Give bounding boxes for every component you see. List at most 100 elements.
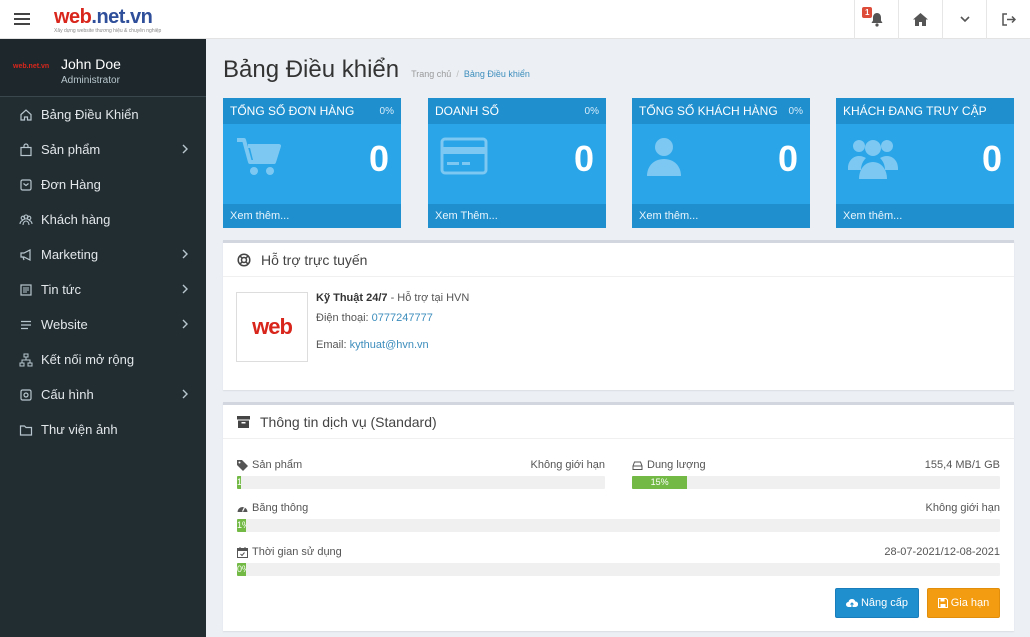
- logo-subtitle: Xây dựng website thương hiệu & chuyên ng…: [54, 28, 162, 34]
- breadcrumb-separator: /: [456, 69, 459, 79]
- brand-logo[interactable]: web.net.vn Xây dựng website thương hiệu …: [54, 6, 161, 34]
- service-bandwidth: Băng thông Không giới hạn 1%: [237, 502, 1000, 532]
- service-time: Thời gian sử dụng 28-07-2021/12-08-2021 …: [237, 546, 1000, 576]
- stat-value: 0: [368, 138, 389, 179]
- stat-percent: 0%: [379, 105, 394, 117]
- phone-label: Điện thoại:: [316, 312, 372, 324]
- home-icon: [20, 108, 32, 121]
- credit-card-icon: [440, 137, 488, 175]
- news-icon: [20, 283, 32, 296]
- users-icon: [848, 140, 898, 179]
- service-title: Thông tin dịch vụ (Standard): [260, 413, 437, 430]
- sidebar-item-gallery[interactable]: Thư viện ảnh: [0, 412, 206, 447]
- storage-value: 155,4 MB/1 GB: [924, 459, 1000, 471]
- products-value: Không giới hạn: [530, 459, 606, 471]
- hdd-icon: [632, 461, 643, 470]
- chevron-right-icon: [182, 319, 188, 329]
- stat-more-link[interactable]: Xem Thêm...: [428, 204, 606, 228]
- breadcrumb: Trang chủ / Bảng Điều khiển: [411, 69, 530, 79]
- breadcrumb-home[interactable]: Trang chủ: [411, 69, 451, 79]
- list-icon: [21, 320, 31, 329]
- tachometer-icon: [237, 507, 248, 512]
- stat-box-customers: TỔNG SỐ KHÁCH HÀNG 0% 0 Xem thêm...: [632, 98, 810, 228]
- avatar: web.net.vn: [13, 63, 50, 70]
- sidebar-item-news[interactable]: Tin tức: [0, 272, 206, 307]
- service-products: Sản phẩm Không giới hạn 1%: [237, 459, 606, 489]
- stat-box-visitors: KHÁCH ĐANG TRUY CẬP 0 Xem thêm...: [836, 98, 1014, 228]
- sidebar-item-marketing[interactable]: Marketing: [0, 237, 206, 272]
- calendar-icon: [237, 546, 248, 558]
- renew-button[interactable]: Gia hạn: [927, 588, 1000, 618]
- stat-title: TỔNG SỐ ĐƠN HÀNG: [230, 104, 355, 118]
- phone-link[interactable]: 0777247777: [372, 312, 433, 324]
- upgrade-button[interactable]: Nâng cấp: [835, 588, 919, 618]
- stat-title: KHÁCH ĐANG TRUY CẬP: [843, 104, 987, 118]
- logout-button[interactable]: [986, 0, 1030, 39]
- home-button[interactable]: [898, 0, 942, 39]
- top-navbar: web.net.vn Xây dựng website thương hiệu …: [0, 0, 1030, 39]
- email-label: Email:: [316, 339, 350, 351]
- chevron-down-icon: [959, 16, 970, 23]
- page-header: Bảng Điều khiển Trang chủ / Bảng Điều khiể…: [223, 56, 530, 84]
- service-storage: Dung lượng 155,4 MB/1 GB 15%: [632, 459, 1000, 491]
- chevron-right-icon: [182, 144, 188, 154]
- archive-icon: [237, 415, 250, 428]
- user-panel: web.net.vn John Doe Administrator: [0, 39, 206, 97]
- time-progress: 0%: [237, 563, 1000, 576]
- sitemap-icon: [19, 353, 33, 366]
- dropdown-button[interactable]: [942, 0, 986, 39]
- support-logo: web: [236, 292, 308, 362]
- products-progress: 1%: [237, 476, 605, 489]
- chevron-right-icon: [182, 249, 188, 259]
- bullhorn-icon: [20, 248, 31, 261]
- stat-value: 0: [573, 138, 594, 179]
- shopping-cart-icon: [237, 138, 281, 175]
- chevron-right-icon: [182, 389, 188, 399]
- service-panel: Thông tin dịch vụ (Standard) Sản phẩm Kh…: [223, 402, 1014, 631]
- stat-more-link[interactable]: Xem thêm...: [223, 204, 401, 228]
- menu-toggle-icon[interactable]: [14, 13, 30, 27]
- user-role: Administrator: [61, 75, 120, 86]
- home-icon: [913, 13, 928, 26]
- user-name: John Doe: [61, 56, 121, 72]
- sidebar-item-settings[interactable]: Cấu hình: [0, 377, 206, 412]
- sidebar-item-extensions[interactable]: Kết nối mở rộng: [0, 342, 206, 377]
- sidebar-item-products[interactable]: Sản phẩm: [0, 132, 206, 167]
- sidebar: web.net.vn John Doe Administrator Bảng Đ…: [0, 39, 206, 637]
- progress-bar: 15%: [632, 476, 688, 489]
- progress-bar: 1%: [237, 519, 247, 532]
- time-value: 28-07-2021/12-08-2021: [884, 546, 1000, 558]
- support-name: Kỹ Thuật 24/7: [316, 292, 388, 304]
- progress-bar: 1%: [237, 476, 242, 489]
- support-name-suffix: - Hỗ trợ tại HVN: [387, 292, 470, 304]
- sidebar-item-customers[interactable]: Khách hàng: [0, 202, 206, 237]
- order-icon: [20, 178, 32, 191]
- users-icon: [19, 213, 33, 225]
- sidebar-item-orders[interactable]: Đơn Hàng: [0, 167, 206, 202]
- notifications-button[interactable]: 1: [854, 0, 898, 39]
- tags-icon: [237, 459, 248, 471]
- support-panel: Hỗ trợ trực tuyến web Kỹ Thuật 24/7 - Hỗ…: [223, 240, 1014, 390]
- email-link[interactable]: kythuat@hvn.vn: [350, 339, 429, 351]
- stat-box-orders: TỔNG SỐ ĐƠN HÀNG 0% 0 Xem thêm...: [223, 98, 401, 228]
- stat-value: 0: [981, 138, 1002, 179]
- sidebar-item-dashboard[interactable]: Bảng Điều Khiển: [0, 97, 206, 132]
- main-content: Bảng Điều khiển Trang chủ / Bảng Điều khiể…: [206, 39, 1030, 637]
- save-icon: [937, 598, 948, 608]
- top-icons: 1: [854, 0, 1030, 39]
- page-title: Bảng Điều khiển: [223, 56, 400, 83]
- stat-more-link[interactable]: Xem thêm...: [632, 204, 810, 228]
- logout-icon: [1001, 13, 1016, 26]
- stat-box-revenue: DOANH SỐ 0% 0 Xem Thêm...: [428, 98, 606, 228]
- support-title: Hỗ trợ trực tuyến: [261, 251, 368, 268]
- life-ring-icon: [237, 252, 251, 267]
- stat-title: DOANH SỐ: [435, 104, 500, 118]
- stat-value: 0: [777, 138, 798, 179]
- folder-icon: [19, 424, 33, 436]
- settings-icon: [20, 388, 32, 401]
- stat-title: TỔNG SỐ KHÁCH HÀNG: [639, 104, 778, 118]
- chevron-right-icon: [182, 284, 188, 294]
- sidebar-menu: Bảng Điều Khiển Sản phẩm Đơn Hàng Khách …: [0, 97, 206, 447]
- sidebar-item-website[interactable]: Website: [0, 307, 206, 342]
- stat-more-link[interactable]: Xem thêm...: [836, 204, 1014, 228]
